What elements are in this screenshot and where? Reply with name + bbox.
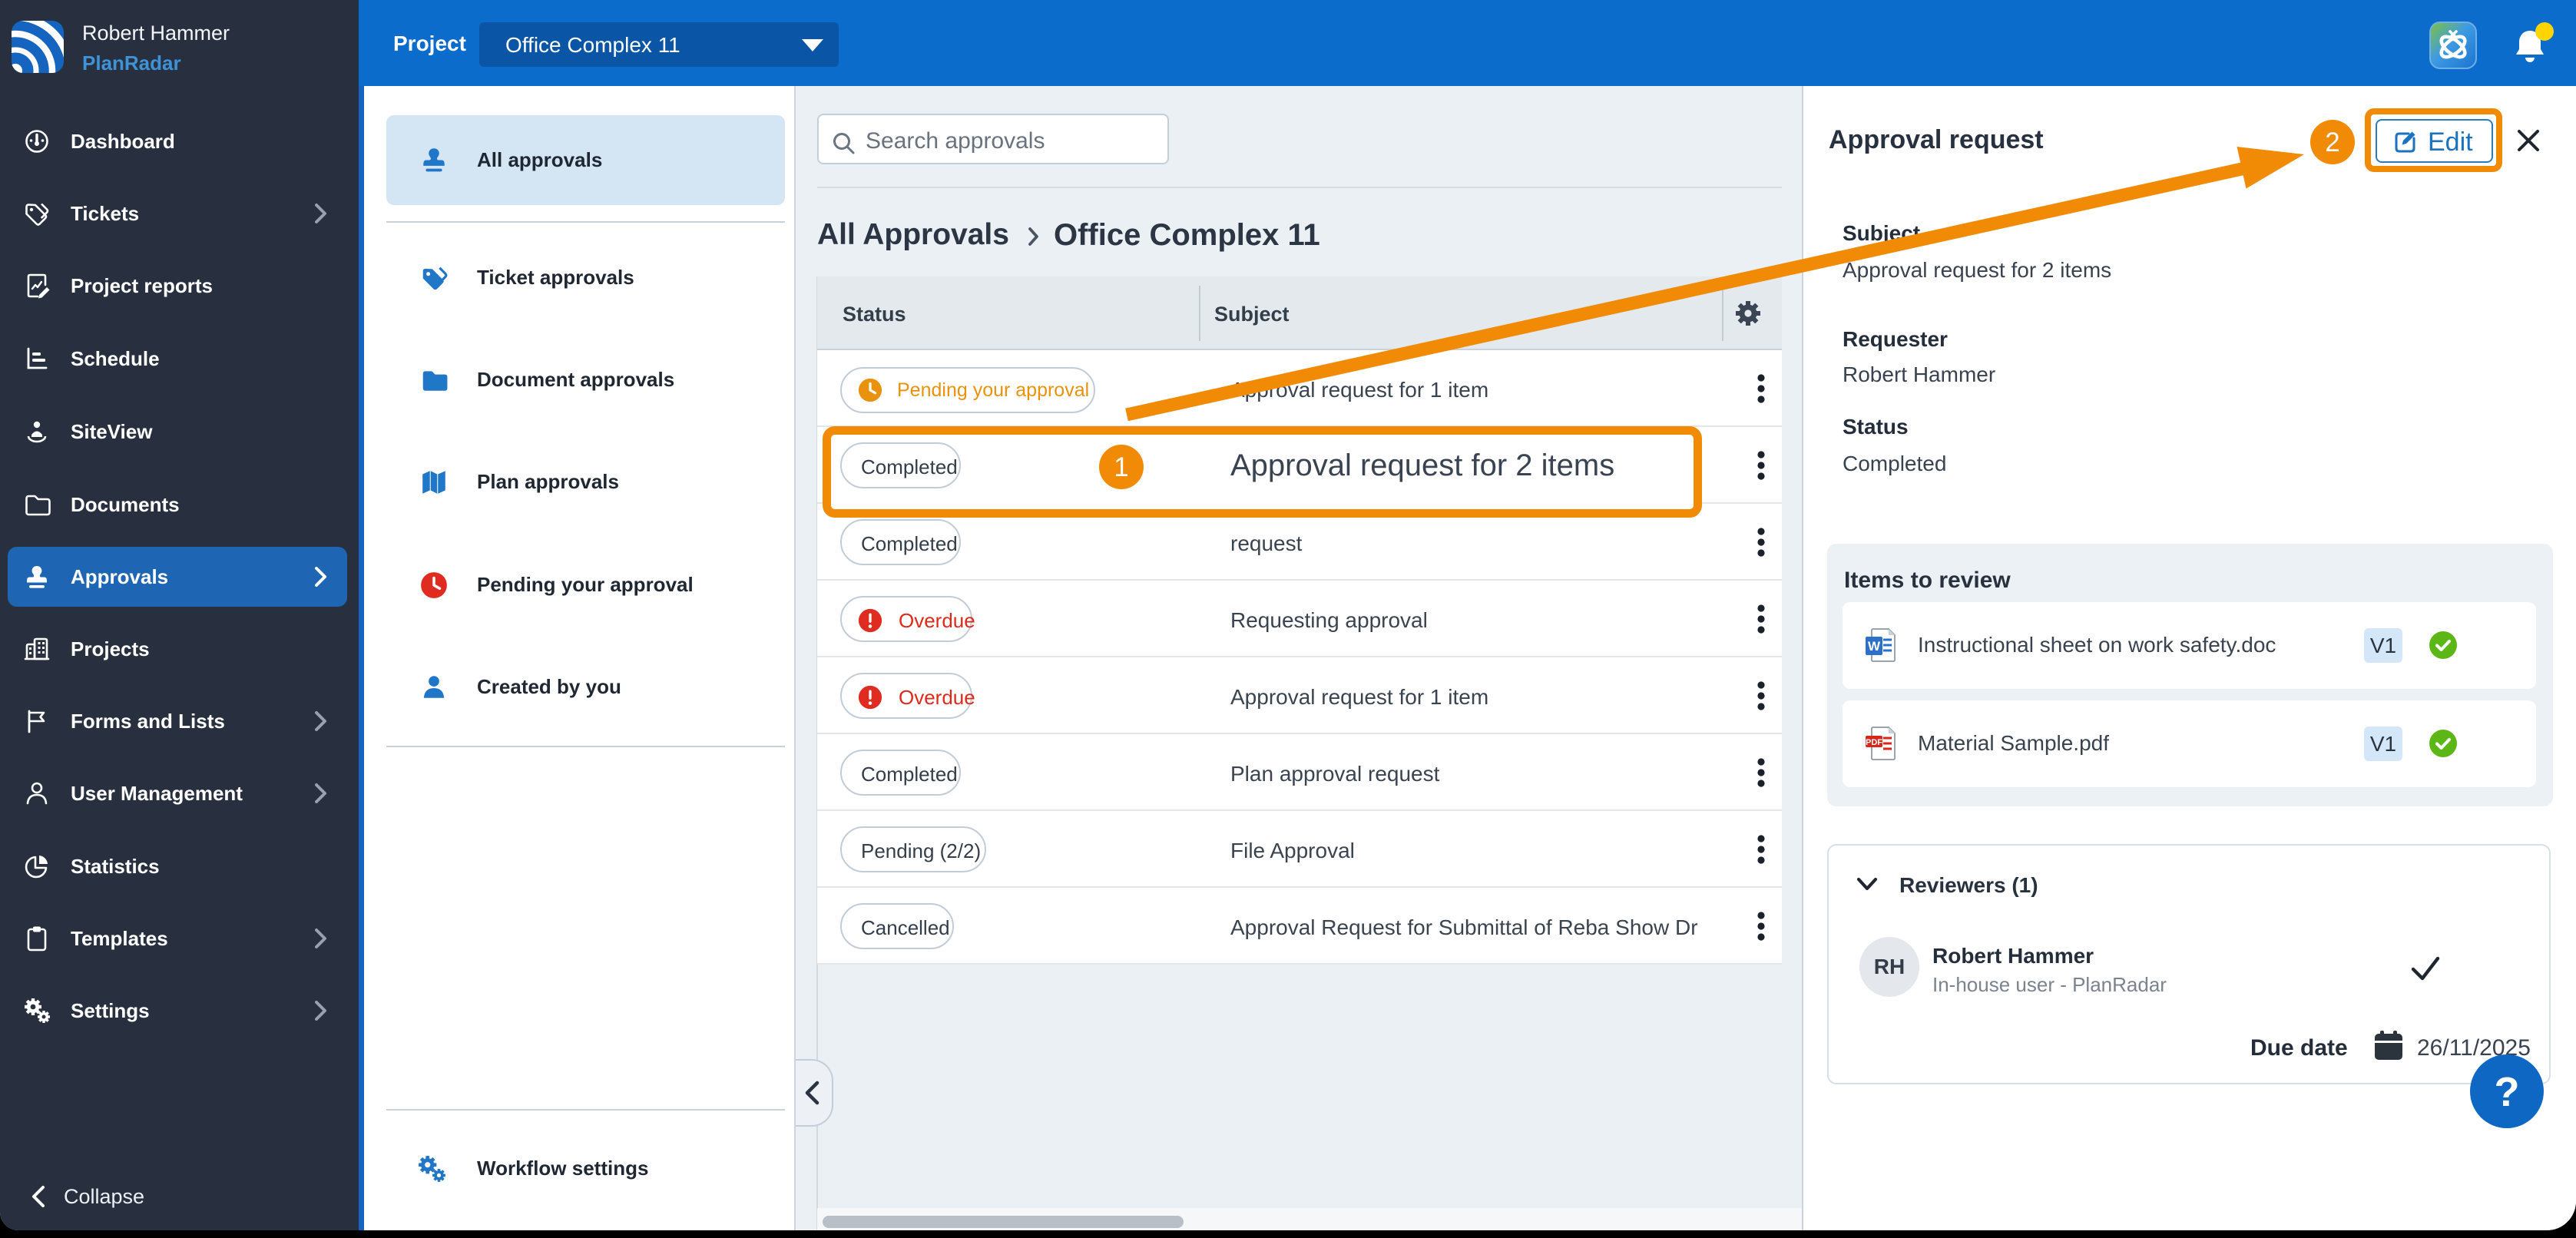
- svg-text:W: W: [1868, 639, 1881, 654]
- svg-text:PDF: PDF: [1866, 738, 1882, 747]
